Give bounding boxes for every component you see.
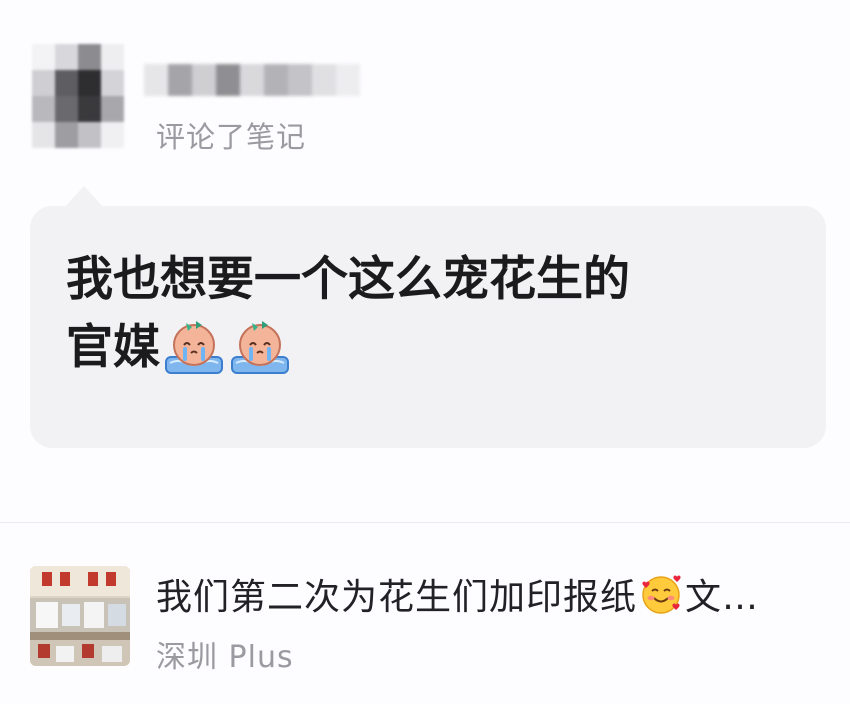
crying-peanut-icon [231, 321, 289, 374]
comment-line-2: 官媒 [66, 314, 796, 382]
username-blurred[interactable] [144, 64, 360, 96]
crying-peanut-icon [165, 321, 223, 374]
avatar[interactable] [32, 44, 124, 148]
note-author[interactable]: 深圳 Plus [156, 632, 294, 676]
comment-text: 我也想要一个这么宠花生的 官媒 [66, 246, 796, 382]
note-title-suffix: 文… [685, 577, 760, 618]
action-text: 评论了笔记 [156, 120, 307, 154]
smiling-face-with-hearts-icon [642, 575, 681, 614]
note-thumbnail-image [30, 566, 130, 666]
bubble-tail [64, 186, 104, 208]
note-title-text: 我们第二次为花生们加印报纸 [156, 577, 638, 618]
comment-line-2-text: 官媒 [66, 320, 160, 375]
notification-page: 评论了笔记 我也想要一个这么宠花生的 官媒 我们第二次为花生们加印报纸 文… 深… [0, 0, 850, 704]
comment-line-1: 我也想要一个这么宠花生的 [66, 252, 630, 307]
divider [0, 522, 850, 523]
note-thumbnail[interactable] [30, 566, 130, 666]
note-title[interactable]: 我们第二次为花生们加印报纸 文… [156, 568, 826, 620]
comment-bubble[interactable]: 我也想要一个这么宠花生的 官媒 [30, 206, 826, 448]
